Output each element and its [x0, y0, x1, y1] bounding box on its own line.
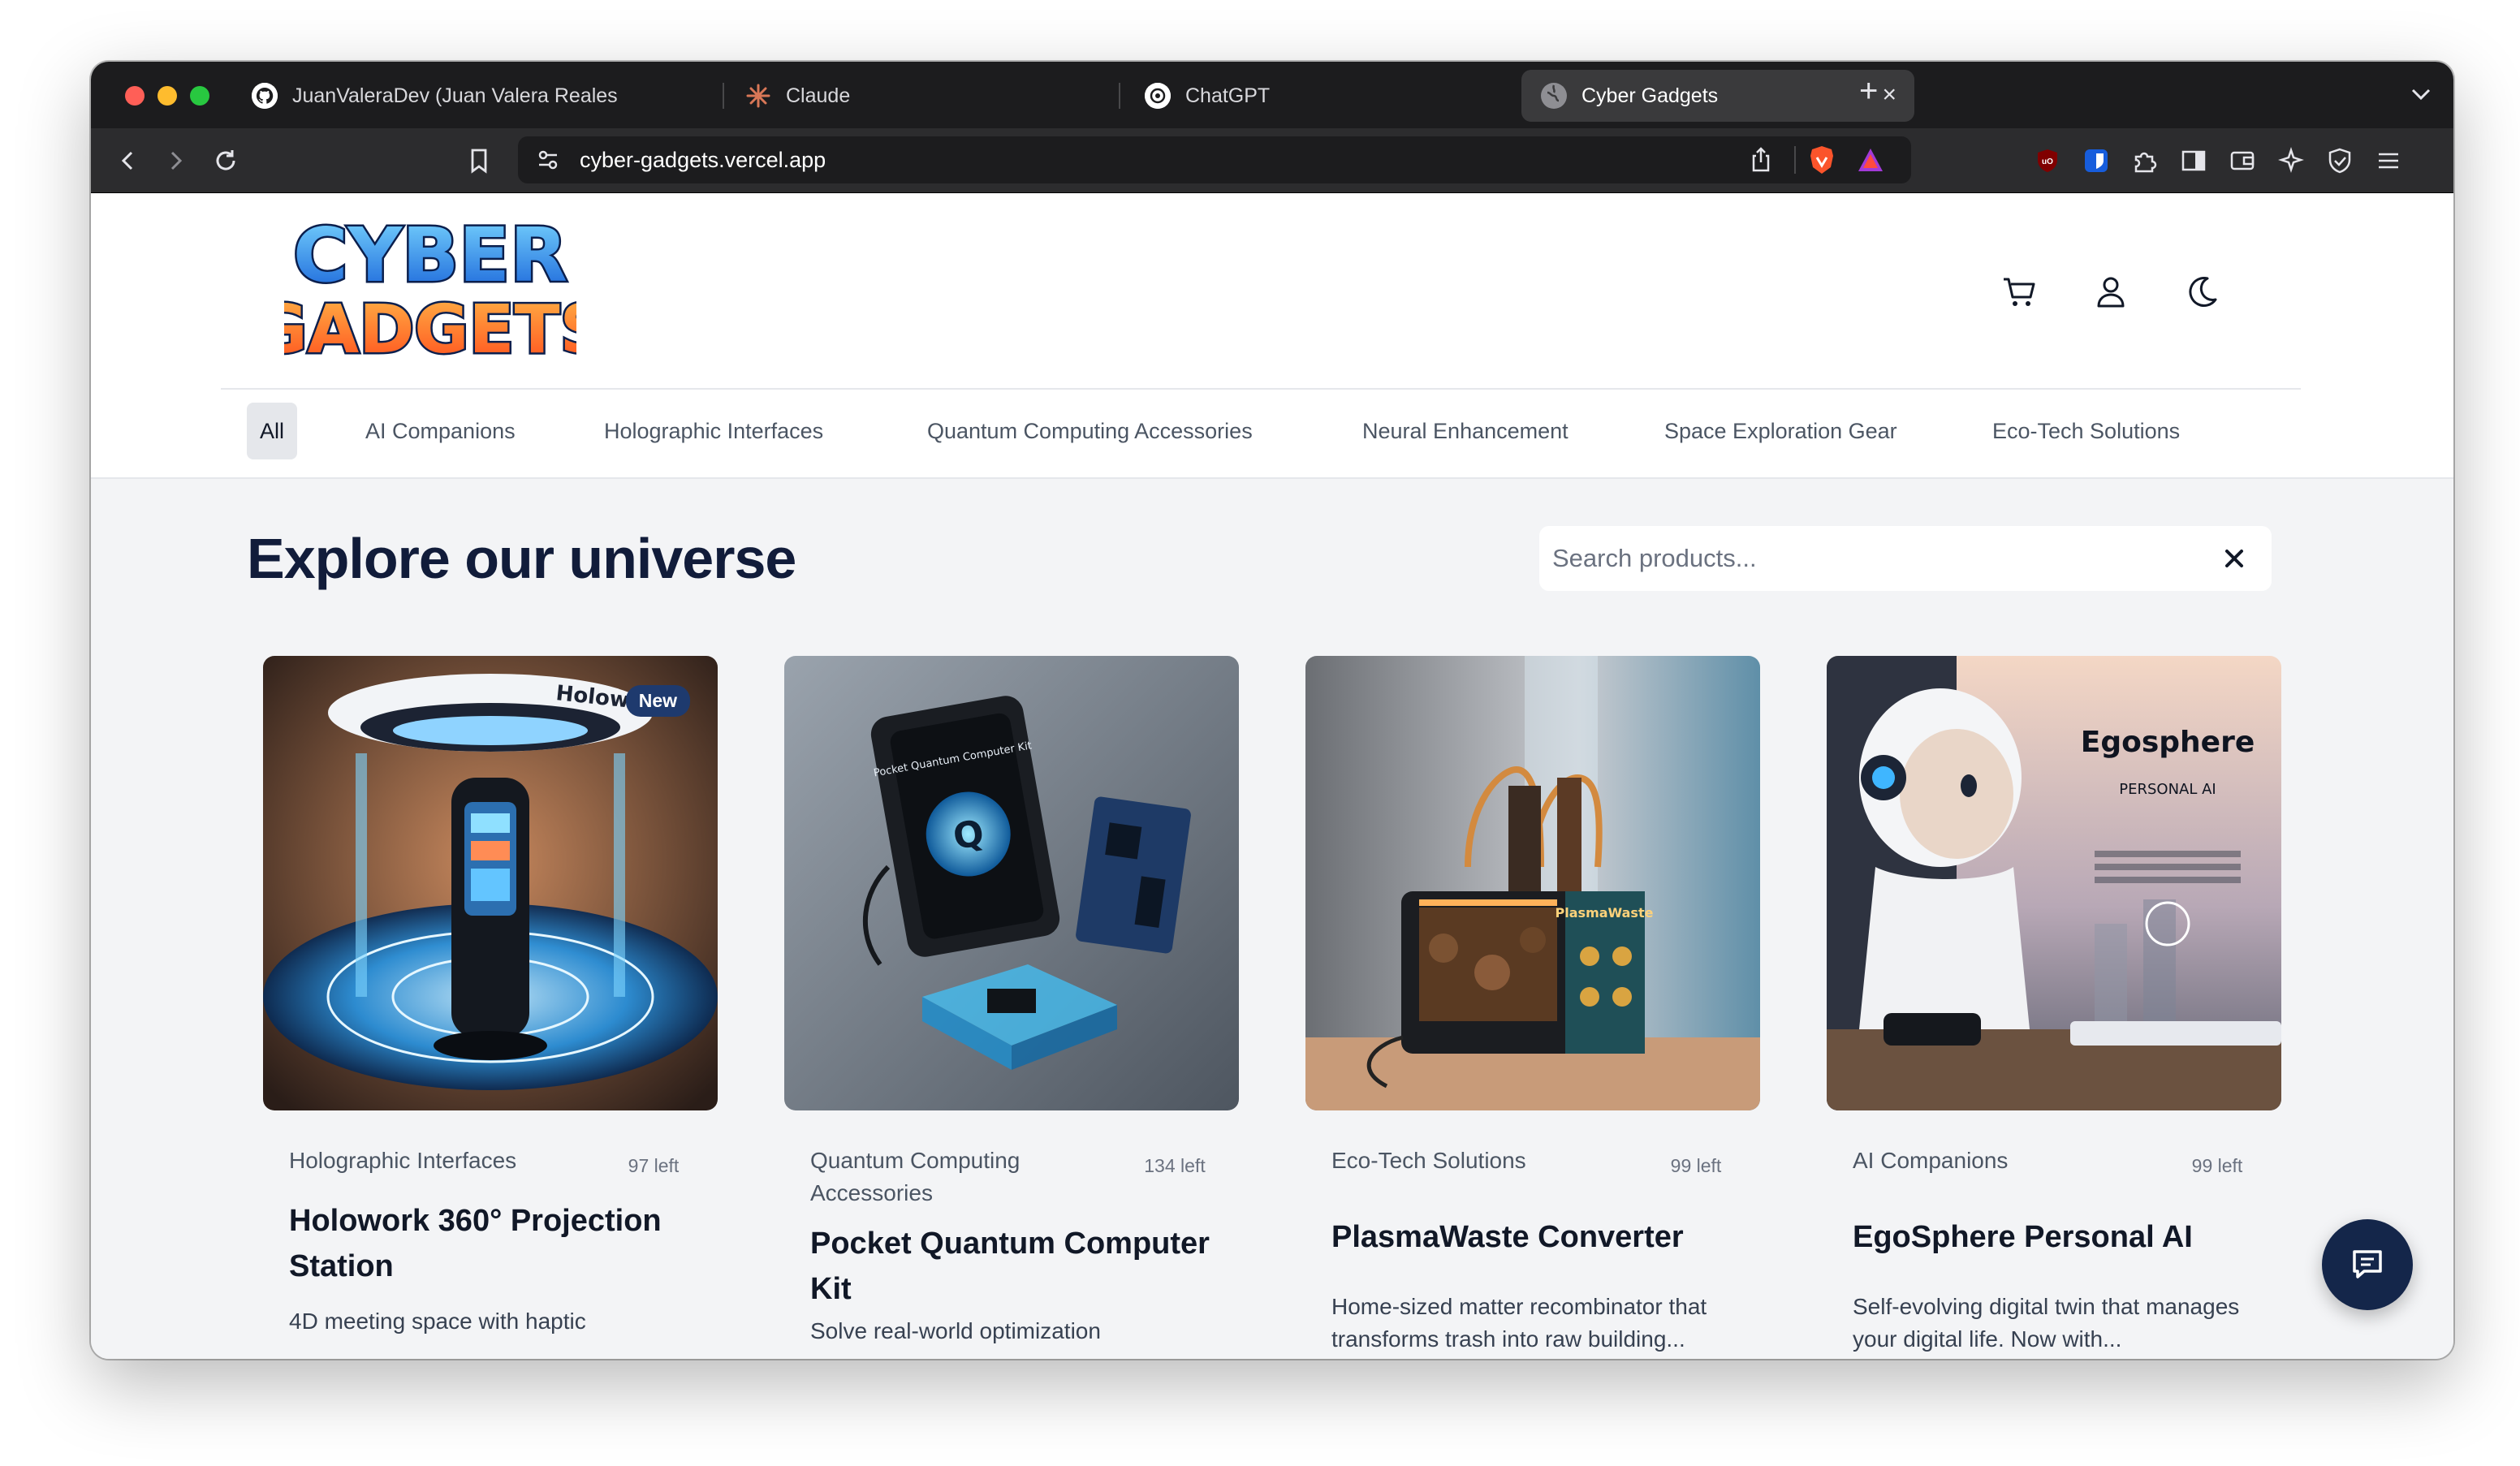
cart-icon[interactable] [1997, 269, 2043, 315]
moon-icon[interactable] [2179, 269, 2224, 315]
close-tab-icon[interactable]: × [1882, 81, 1896, 109]
product-card[interactable]: Pocket Quantum Computer Kit Q Quantum Co… [778, 656, 1239, 1359]
brave-shields-icon[interactable] [1807, 144, 1836, 179]
chat-button[interactable] [2322, 1219, 2413, 1310]
vpn-shield-icon[interactable] [2322, 143, 2358, 179]
address-bar[interactable]: cyber-gadgets.vercel.app [518, 136, 1911, 183]
product-stock: 134 left [1144, 1155, 1206, 1176]
logo-line-2: GADGETS [284, 291, 576, 364]
back-icon[interactable] [110, 143, 146, 179]
nav-item-quantum-computing-accessories[interactable]: Quantum Computing Accessories [927, 403, 1253, 459]
site-logo[interactable]: CYBER GADGETS [251, 210, 610, 371]
brave-rewards-icon[interactable] [1856, 146, 1885, 178]
tab-separator [1119, 83, 1120, 109]
logo-line-1: CYBER [293, 214, 567, 299]
page-title: Explore our universe [247, 527, 796, 590]
header-divider [221, 388, 2301, 390]
product-category: AI Companions [1853, 1148, 2009, 1173]
tab-label: Claude [786, 84, 851, 107]
svg-text:uO: uO [2042, 157, 2053, 166]
tab-chatgpt[interactable]: ChatGPT [1145, 70, 1502, 122]
product-stock: 97 left [628, 1155, 680, 1176]
bitwarden-icon[interactable] [2078, 143, 2114, 179]
claude-icon [745, 83, 771, 109]
globe-icon [1541, 83, 1567, 109]
nav-item-neural-enhancement[interactable]: Neural Enhancement [1362, 403, 1569, 459]
nav-item-holographic-interfaces[interactable]: Holographic Interfaces [604, 403, 823, 459]
chatgpt-icon [1145, 83, 1171, 109]
nav-item-space-exploration-gear[interactable]: Space Exploration Gear [1664, 403, 1897, 459]
tab-label: ChatGPT [1185, 84, 1271, 107]
reload-icon[interactable] [208, 143, 244, 179]
window-controls [125, 86, 209, 106]
leo-ai-icon[interactable] [2273, 143, 2309, 179]
extensions-puzzle-icon[interactable] [2127, 143, 2163, 179]
minimize-window-button[interactable] [158, 86, 177, 106]
tab-github[interactable]: JuanValeraDev (Juan Valera Reales) [252, 70, 706, 122]
forward-icon[interactable] [158, 143, 193, 179]
site-header: CYBER GADGETS All AI Companions Holograp… [91, 193, 2453, 479]
new-tab-button[interactable]: + [1859, 73, 1878, 110]
browser-toolbar: cyber-gadgets.vercel.app uO [91, 128, 2453, 193]
browser-window: JuanValeraDev (Juan Valera Reales) Claud… [91, 62, 2453, 1359]
product-card[interactable]: Holowork New Holographic Interfaces 97 l… [257, 656, 718, 1359]
close-window-button[interactable] [125, 86, 145, 106]
product-name[interactable]: EgoSphere Personal AI [1853, 1214, 2259, 1260]
product-name[interactable]: Pocket Quantum Computer Kit [810, 1221, 1216, 1312]
tab-claude[interactable]: Claude [745, 70, 1102, 122]
sidebar-icon[interactable] [2176, 143, 2211, 179]
product-description: Home-sized matter recombinator that tran… [1331, 1294, 1707, 1352]
product-image-sublabel: PERSONAL AI [2119, 781, 2216, 798]
product-image-label: Egosphere [2081, 726, 2255, 759]
new-badge: New [625, 685, 690, 717]
tab-label: JuanValeraDev (Juan Valera Reales) [292, 84, 617, 107]
product-category: Eco-Tech Solutions [1331, 1148, 1526, 1173]
tab-bar: JuanValeraDev (Juan Valera Reales) Claud… [91, 62, 2453, 128]
product-image[interactable]: Pocket Quantum Computer Kit Q [784, 656, 1239, 1110]
clear-search-icon[interactable] [2220, 544, 2249, 573]
search-box [1539, 526, 2272, 591]
product-description: 4D meeting space with haptic [289, 1309, 586, 1334]
product-image[interactable]: Egosphere PERSONAL AI [1827, 656, 2281, 1110]
product-image[interactable]: Holowork New [263, 656, 718, 1110]
product-category: Quantum Computing Accessories [810, 1148, 1021, 1205]
nav-item-ai-companions[interactable]: AI Companions [365, 403, 516, 459]
web-page: CYBER GADGETS All AI Companions Holograp… [91, 193, 2453, 1359]
chevron-down-icon[interactable] [2406, 80, 2436, 113]
bookmark-icon[interactable] [461, 143, 497, 179]
github-icon [252, 83, 278, 109]
product-name[interactable]: Holowork 360° Projection Station [289, 1198, 695, 1289]
url-text: cyber-gadgets.vercel.app [580, 148, 826, 172]
search-input[interactable] [1552, 526, 2202, 591]
product-image[interactable]: PlasmaWaste [1305, 656, 1760, 1110]
product-card[interactable]: PlasmaWaste Eco-Tech Solutions 99 left P… [1299, 656, 1760, 1359]
product-stock: 99 left [1670, 1155, 1722, 1176]
tab-separator [723, 83, 724, 109]
product-description: Self-evolving digital twin that manages … [1853, 1294, 2240, 1352]
zoom-window-button[interactable] [190, 86, 209, 106]
tab-cyber-gadgets[interactable]: Cyber Gadgets × [1521, 70, 1914, 122]
share-icon[interactable] [1749, 146, 1773, 178]
site-settings-icon[interactable] [536, 148, 560, 176]
user-icon[interactable] [2088, 269, 2134, 315]
nav-item-all[interactable]: All [247, 403, 298, 459]
product-description: Solve real-world optimization [810, 1318, 1101, 1343]
product-category: Holographic Interfaces [289, 1148, 517, 1173]
menu-icon[interactable] [2371, 143, 2406, 179]
address-bar-divider [1794, 146, 1796, 174]
product-stock: 99 left [2191, 1155, 2243, 1176]
product-name[interactable]: PlasmaWaste Converter [1331, 1214, 1737, 1260]
chat-bubble-icon [2353, 1250, 2382, 1278]
product-image-label: PlasmaWaste [1556, 905, 1654, 921]
product-card[interactable]: Egosphere PERSONAL AI AI Companions 99 l… [1820, 656, 2281, 1359]
ublock-icon[interactable]: uO [2030, 143, 2065, 179]
wallet-icon[interactable] [2224, 143, 2260, 179]
tab-label: Cyber Gadgets [1581, 84, 1719, 107]
nav-item-eco-tech-solutions[interactable]: Eco-Tech Solutions [1992, 403, 2180, 459]
